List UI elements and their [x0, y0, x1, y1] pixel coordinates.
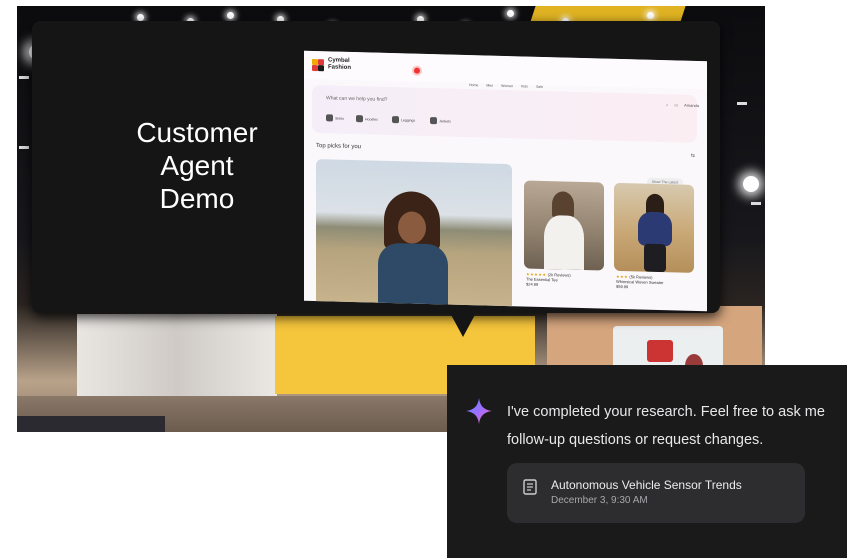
ceiling-light	[137, 14, 144, 21]
search-panel[interactable]: What can we help you find? Shirts Hoodie…	[312, 84, 697, 144]
screen-pointer	[449, 311, 477, 337]
nav-item-men[interactable]: Men	[486, 83, 493, 87]
assistant-message-line: follow-up questions or request changes.	[507, 432, 764, 448]
nav-item-home[interactable]: Home	[469, 83, 478, 87]
assistant-message: I've completed your research. Feel free …	[507, 398, 827, 454]
jacket-icon	[430, 117, 437, 125]
ceiling-light	[227, 12, 234, 19]
demo-title: Customer Agent Demo	[107, 116, 287, 215]
hoodie-icon	[356, 115, 363, 123]
model-pants	[644, 243, 666, 273]
leggings-icon	[392, 116, 399, 124]
document-title: Autonomous Vehicle Sensor Trends	[551, 478, 742, 492]
gemini-sparkle-icon	[466, 398, 492, 424]
ceiling-light	[743, 176, 759, 192]
search-icon[interactable]: ⌕	[666, 102, 668, 107]
side-light	[751, 202, 761, 205]
shirt-icon	[326, 114, 333, 122]
product-card-tee[interactable]	[524, 180, 604, 271]
search-input[interactable]: What can we help you find?	[326, 95, 387, 103]
nav-item-sale[interactable]: Sale	[536, 85, 543, 89]
account-name[interactable]: Amanda	[684, 103, 699, 108]
chip-shirts[interactable]: Shirts	[326, 113, 344, 122]
nav-item-kids[interactable]: Kids	[521, 84, 528, 88]
site-nav: Home Men Women Kids Sale	[469, 83, 543, 89]
demo-title-line: Customer	[136, 117, 258, 148]
chip-label: Jackets	[439, 118, 451, 124]
product-price: $24.99	[526, 281, 539, 287]
demo-title-line: Agent	[160, 150, 234, 181]
header-icons: ⌕ ▭ Amanda	[666, 102, 699, 108]
model-white-tee	[544, 215, 584, 271]
model-face	[398, 211, 426, 244]
model-denim-jacket	[378, 242, 448, 312]
product-price: $59.99	[616, 283, 629, 290]
model-hair	[552, 191, 574, 218]
chip-hoodies[interactable]: Hoodies	[356, 114, 378, 124]
assistant-chat-panel: I've completed your research. Feel free …	[447, 365, 847, 558]
section-title: Top picks for you	[316, 143, 362, 151]
side-light	[737, 102, 747, 105]
website-screenshot: Cymbal Fashion Home Men Women Kids Sale …	[304, 50, 707, 312]
document-icon	[523, 479, 537, 495]
nav-item-women[interactable]: Women	[501, 84, 513, 88]
product-info-tee: ★★★★★ (2k Reviews) The Essential Tee $24…	[526, 272, 596, 289]
brand-name: Cymbal Fashion	[328, 57, 352, 71]
product-card-sweater[interactable]	[614, 182, 694, 273]
featured-product-card[interactable]	[316, 159, 512, 312]
model-sweater	[638, 211, 672, 247]
ceiling-light	[647, 12, 654, 19]
product-info-sweater: ★★★ (5k Reviews) Whimsical Woven Sweater…	[616, 274, 686, 291]
side-light	[19, 146, 29, 149]
podium-screen	[647, 340, 673, 362]
chip-label: Shirts	[335, 116, 344, 121]
stage-backdrop-panel	[77, 314, 277, 404]
stage-dark-corner	[17, 416, 165, 432]
document-date: December 3, 9:30 AM	[551, 495, 648, 506]
screenshot-canvas: Customer Agent Demo Cymbal Fashion Home …	[0, 0, 856, 558]
side-light	[19, 76, 29, 79]
cymbal-logo-icon	[312, 58, 324, 72]
chip-jackets[interactable]: Jackets	[430, 116, 451, 126]
demo-title-line: Demo	[159, 183, 235, 214]
research-document-card[interactable]: Autonomous Vehicle Sensor Trends Decembe…	[507, 463, 805, 523]
assistant-message-line: I've completed your research. Feel free …	[507, 404, 825, 420]
carousel-controls[interactable]: ⇆	[691, 153, 695, 159]
ceiling-light	[507, 10, 514, 17]
chip-leggings[interactable]: Leggings	[392, 115, 415, 125]
chip-label: Hoodies	[365, 116, 378, 122]
cart-icon[interactable]: ▭	[674, 102, 678, 107]
chip-label: Leggings	[401, 117, 416, 123]
recording-indicator-icon	[414, 67, 420, 74]
